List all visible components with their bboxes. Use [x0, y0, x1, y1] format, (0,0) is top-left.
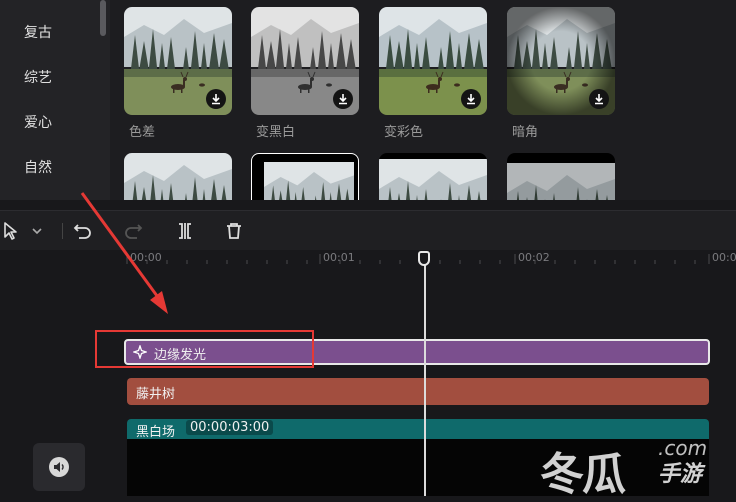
- ruler-tick-label: 00:0: [712, 251, 736, 264]
- filter-clip[interactable]: 藤井树: [127, 378, 709, 405]
- effect-thumbnail: [379, 159, 487, 200]
- track-volume-button[interactable]: [33, 443, 85, 491]
- effect-thumbnail: [264, 154, 354, 200]
- time-ruler[interactable]: 00:00 00:01 00:02 00:0: [0, 250, 736, 270]
- split-icon[interactable]: [174, 219, 196, 243]
- effects-grid: 色差 变黑白 变彩色 暗角: [110, 0, 736, 200]
- ruler-tick-label: 00:00: [130, 251, 162, 264]
- category-nature[interactable]: 自然: [24, 157, 52, 177]
- category-retro[interactable]: 复古: [24, 22, 52, 42]
- watermark-text: 冬瓜: [540, 449, 626, 500]
- effect-card-to-color[interactable]: [379, 7, 487, 115]
- filter-clip-label: 藤井树: [136, 387, 176, 402]
- playhead[interactable]: [424, 258, 426, 496]
- speaker-icon: [49, 457, 69, 477]
- select-cursor-icon[interactable]: [2, 219, 20, 243]
- effect-thumbnail: [124, 153, 232, 200]
- effect-card[interactable]: [124, 153, 232, 200]
- effect-label: 变彩色: [384, 125, 424, 140]
- watermark-logo: 冬瓜 .com 手游: [540, 430, 730, 500]
- effect-card-vignette[interactable]: [507, 7, 615, 115]
- download-icon[interactable]: [206, 89, 226, 109]
- download-icon[interactable]: [589, 89, 609, 109]
- effect-card-chromatic[interactable]: [124, 7, 232, 115]
- category-love[interactable]: 爱心: [24, 112, 52, 132]
- toolbar-divider: [62, 223, 63, 239]
- effect-label: 变黑白: [256, 125, 296, 140]
- category-variety[interactable]: 综艺: [24, 67, 52, 87]
- chevron-down-icon[interactable]: [30, 219, 44, 243]
- effect-card[interactable]: [251, 153, 359, 200]
- effect-label: 暗角: [512, 125, 539, 140]
- ruler-ticks: [126, 254, 710, 264]
- download-icon[interactable]: [461, 89, 481, 109]
- video-clip-name: 黑白场: [136, 425, 176, 440]
- effect-card[interactable]: [379, 153, 487, 200]
- timeline-toolbar: [0, 210, 736, 251]
- effect-card[interactable]: [507, 153, 615, 200]
- sidebar-scrollbar[interactable]: [100, 0, 106, 36]
- delete-icon[interactable]: [223, 219, 245, 243]
- video-clip-duration: 00:00:03:00: [186, 420, 274, 435]
- download-icon[interactable]: [333, 89, 353, 109]
- category-sidebar: 复古 综艺 爱心 自然: [0, 0, 110, 200]
- redo-icon[interactable]: [122, 219, 144, 243]
- annotation-highlight-box: [95, 330, 314, 368]
- playhead-handle[interactable]: [418, 251, 430, 266]
- undo-icon[interactable]: [72, 219, 94, 243]
- effect-thumbnail: [507, 163, 615, 200]
- ruler-tick-label: 00:01: [323, 251, 355, 264]
- effect-card-to-bw[interactable]: [251, 7, 359, 115]
- watermark-sub: 手游: [658, 462, 703, 487]
- ruler-tick-label: 00:02: [518, 251, 550, 264]
- effect-label: 色差: [129, 125, 156, 140]
